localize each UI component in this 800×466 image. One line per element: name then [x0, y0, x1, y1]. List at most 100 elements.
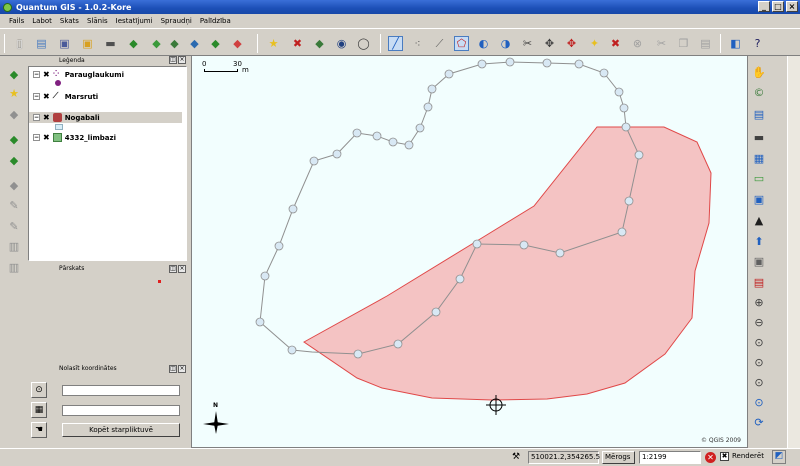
remove-all-icon[interactable]: ✖ [290, 36, 305, 51]
paste-features-icon[interactable]: ▤ [698, 36, 713, 51]
capture-point-icon[interactable]: ⁖ [410, 36, 425, 51]
zoom-out-icon[interactable]: ⊖ [751, 314, 767, 330]
layer-item-nogabali[interactable]: − ✖ Nogabali [29, 112, 182, 123]
add-spatialite-icon[interactable]: ◆ [208, 36, 223, 51]
route-vertex[interactable] [505, 57, 515, 67]
menu-help[interactable]: Palīdzība [197, 17, 234, 25]
layer-item-4332-limbazi[interactable]: − ✖ 4332_limbazi [33, 132, 116, 143]
route-vertex[interactable] [599, 68, 609, 78]
vertical-scrollbar[interactable] [787, 56, 800, 448]
route-vertex[interactable] [574, 59, 584, 69]
delete-selected-icon[interactable]: ⊗ [630, 36, 645, 51]
route-vertex[interactable] [353, 349, 363, 359]
digitize-point-icon[interactable]: ◆ [6, 66, 22, 82]
coordinates-float-button[interactable]: ◫ [169, 365, 177, 373]
route-vertex[interactable] [431, 307, 441, 317]
delete-vertex-icon[interactable]: ✖ [608, 36, 623, 51]
scale-input[interactable]: 1:2199 [639, 451, 701, 464]
stop-render-icon[interactable]: ✕ [705, 452, 716, 463]
route-vertex[interactable] [332, 149, 342, 159]
route-vertex[interactable] [614, 87, 624, 97]
route-vertex[interactable] [260, 271, 270, 281]
menu-file[interactable]: Fails [6, 17, 27, 25]
annotation-icon[interactable]: ▭ [751, 170, 767, 186]
route-vertex[interactable] [477, 59, 487, 69]
show-layers-icon[interactable]: ◉ [334, 36, 349, 51]
expander-icon[interactable]: − [33, 71, 40, 78]
capture-line-icon[interactable]: ⟋ [432, 36, 447, 51]
show-all-layers-icon[interactable]: ◆ [312, 36, 327, 51]
measure-line-icon[interactable]: ▬ [751, 129, 767, 145]
grass-mapset-icon[interactable]: ▥ [6, 238, 22, 254]
move-feature-icon[interactable]: ✥ [542, 36, 557, 51]
grass-tools2-icon[interactable]: ✎ [6, 218, 22, 234]
pdf-export-icon[interactable]: ▤ [751, 274, 767, 290]
coordinate-field-2[interactable] [62, 405, 180, 416]
cbm-icon[interactable]: ▣ [751, 253, 767, 269]
route-vertex[interactable] [555, 248, 565, 258]
route-vertex[interactable] [415, 123, 425, 133]
copy-to-clipboard-button[interactable]: Kopēt starpliktuvē [62, 423, 180, 437]
route-vertex[interactable] [352, 128, 362, 138]
route-vertex[interactable] [519, 240, 529, 250]
close-button[interactable]: × [786, 1, 798, 12]
route-vertex[interactable] [388, 137, 398, 147]
route-vertex[interactable] [404, 140, 414, 150]
route-vertex[interactable] [288, 204, 298, 214]
add-ring-icon[interactable]: ◐ [476, 36, 491, 51]
grass-tools-icon[interactable]: ◆ [6, 106, 22, 122]
print-icon[interactable]: ▬ [103, 36, 118, 51]
coordinate-field-1[interactable] [62, 385, 180, 396]
cut-features-icon[interactable]: ✂ [654, 36, 669, 51]
legend-float-button[interactable]: ◫ [169, 56, 177, 64]
copyright-label-icon[interactable]: © [751, 84, 767, 100]
route-vertex[interactable] [274, 241, 284, 251]
grid-button[interactable]: ▦ [31, 402, 47, 418]
add-vector-layer-icon[interactable]: ◆ [126, 36, 141, 51]
legend-close-button[interactable]: × [178, 56, 186, 64]
route-vertex[interactable] [455, 274, 465, 284]
minimize-button[interactable]: _ [758, 1, 770, 12]
toggle-editing-icon[interactable]: ╱ [388, 36, 403, 51]
gps-icon[interactable]: ▣ [751, 191, 767, 207]
measure-area-icon[interactable]: ▦ [751, 150, 767, 166]
menu-plugins[interactable]: Spraudņi [158, 17, 195, 25]
copy-features-icon[interactable]: ❐ [676, 36, 691, 51]
whats-this-icon[interactable]: ? [750, 36, 765, 51]
route-vertex[interactable] [621, 122, 631, 132]
menu-settings[interactable]: Iestatījumi [113, 17, 156, 25]
pan-icon[interactable]: ✋ [751, 64, 767, 80]
grass-region-icon[interactable]: ◆ [6, 177, 22, 193]
new-shapefile-icon[interactable]: ★ [6, 85, 22, 101]
overview-close-button[interactable]: × [178, 265, 186, 273]
render-checkbox[interactable]: ✖ [720, 452, 729, 461]
visibility-checkbox[interactable]: ✖ [43, 92, 50, 101]
visibility-checkbox[interactable]: ✖ [43, 70, 50, 79]
menu-view[interactable]: Skats [57, 17, 82, 25]
zoom-layer-icon[interactable]: ⊙ [751, 374, 767, 390]
expander-icon[interactable]: − [33, 134, 40, 141]
coordinate-toggle-icon[interactable]: ⚒ [512, 452, 524, 464]
add-island-icon[interactable]: ◑ [498, 36, 513, 51]
layer-item-parauglaukumi[interactable]: − ✖ ⁘ Parauglaukumi [33, 69, 124, 80]
add-raster-layer-icon[interactable]: ◆ [149, 36, 164, 51]
open-project-icon[interactable]: ▤ [34, 36, 49, 51]
route-vertex[interactable] [617, 227, 627, 237]
capture-polygon-icon[interactable]: ⬠ [454, 36, 469, 51]
add-wms-layer-icon[interactable]: ◆ [187, 36, 202, 51]
route-vertex[interactable] [427, 84, 437, 94]
expander-icon[interactable]: − [33, 114, 40, 121]
manual-icon[interactable]: ◧ [728, 36, 743, 51]
route-vertex[interactable] [372, 131, 382, 141]
capture-coordinate-button[interactable]: ⊙ [31, 382, 47, 398]
add-postgis-layer-icon[interactable]: ◆ [167, 36, 182, 51]
zoom-full-icon[interactable]: ⊙ [751, 334, 767, 350]
overview-float-button[interactable]: ◫ [169, 265, 177, 273]
grass-add-raster-icon[interactable]: ◆ [6, 152, 22, 168]
projection-icon[interactable]: ◩ [772, 450, 786, 464]
menu-edit[interactable]: Labot [29, 17, 55, 25]
route-vertex[interactable] [634, 150, 644, 160]
menu-layer[interactable]: Slānis [84, 17, 111, 25]
zoom-last-icon[interactable]: ⊙ [751, 394, 767, 410]
route-vertex[interactable] [309, 156, 319, 166]
